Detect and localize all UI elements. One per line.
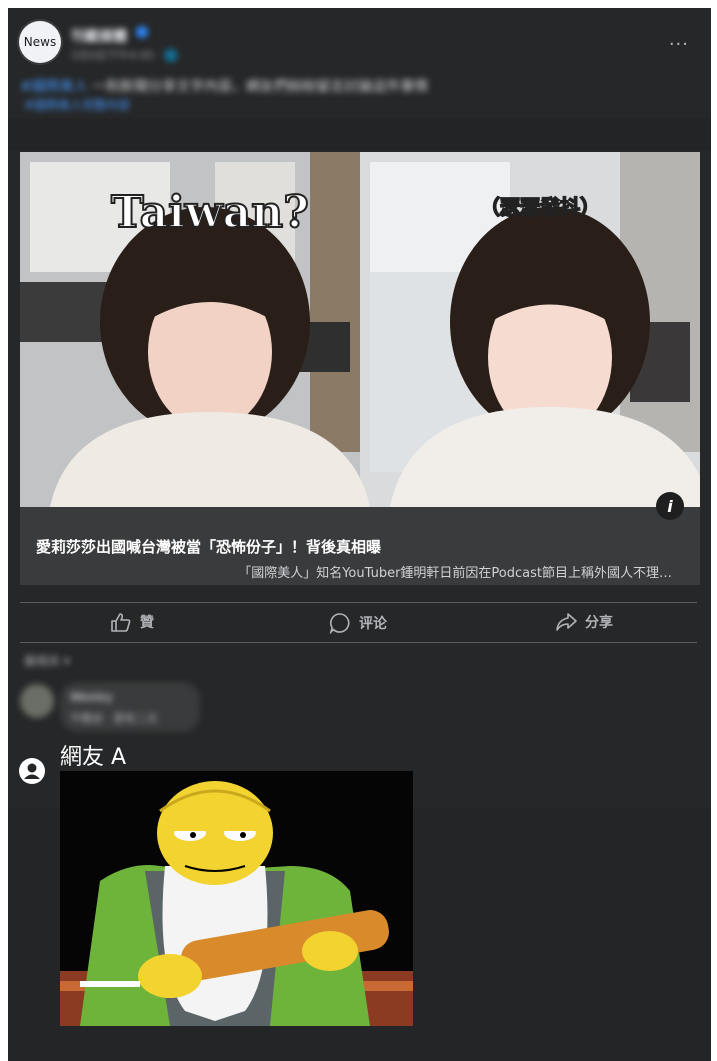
comment-button[interactable]: 评论 [329, 612, 387, 634]
like-button[interactable]: 贊 [110, 612, 154, 632]
card-title[interactable]: 愛莉莎莎出國喊台灣被當「恐怖份子」！背後真相曝 [36, 536, 381, 557]
more-options-icon[interactable]: ··· [669, 34, 689, 55]
post-container: News 刊載媒體 5月4日下午4:00 · 🌐 ··· #國際美人 一則新聞分… [8, 8, 711, 1061]
reply-username: 網友 A [60, 745, 127, 770]
original-post: News 刊載媒體 5月4日下午4:00 · 🌐 ··· #國際美人 一則新聞分… [8, 8, 711, 808]
share-icon [556, 613, 577, 631]
preview-image[interactable]: Taiwan? （瑟瑟發抖） [20, 152, 700, 507]
gap [8, 118, 711, 150]
thumbs-up-icon [111, 613, 131, 632]
card-subtitle[interactable]: 「國際美人」知名YouTuber鍾明軒日前因在Podcast節目上稱外國人不理… [238, 562, 672, 581]
preview-photo-graphic: Taiwan? （瑟瑟發抖） [20, 152, 700, 507]
share-label: 分享 [585, 615, 613, 631]
overlay-text-left: Taiwan? [111, 187, 309, 238]
comment-label: 评论 [359, 616, 387, 632]
like-label: 贊 [140, 615, 154, 631]
commenter-avatar[interactable] [20, 684, 54, 718]
commenter-name[interactable]: Wesley [70, 690, 113, 704]
user-avatar-icon [19, 758, 45, 784]
divider [20, 642, 697, 643]
comment-bubble: Wesley 不應該 · 更有二次 [60, 682, 200, 732]
info-icon[interactable]: i [656, 492, 684, 520]
comment-sort[interactable]: 最相关 ▾ [24, 652, 70, 669]
link-preview-card[interactable]: Taiwan? （瑟瑟發抖） i 愛莉莎莎出國喊台灣被當「恐怖份子」！背後真相曝… [20, 152, 700, 585]
page-name[interactable]: 刊載媒體 [71, 26, 127, 46]
share-button[interactable]: 分享 [555, 612, 613, 632]
post-text: #國際美人 一則新聞分享文字內容，網友們紛紛留言討論這件事情 [20, 76, 428, 96]
divider [20, 602, 697, 603]
page-avatar[interactable]: News [19, 21, 61, 63]
comment-icon [329, 613, 350, 634]
meme-image [60, 771, 413, 1026]
post-meta[interactable]: 5月4日下午4:00 · 🌐 [71, 47, 178, 63]
overlay-text-right: （瑟瑟發抖） [480, 195, 600, 219]
comment-text: 不應該 · 更有二次 [70, 712, 158, 725]
post-body: 一則新聞分享文字內容，網友們紛紛留言討論這件事情 [92, 79, 429, 95]
cartoon-old-man-graphic [60, 771, 413, 1026]
verified-badge-icon [136, 26, 148, 38]
post-secondary-link[interactable]: #國際美人完整內容 [24, 96, 130, 113]
hashtag-link[interactable]: #國際美人 [20, 79, 88, 95]
